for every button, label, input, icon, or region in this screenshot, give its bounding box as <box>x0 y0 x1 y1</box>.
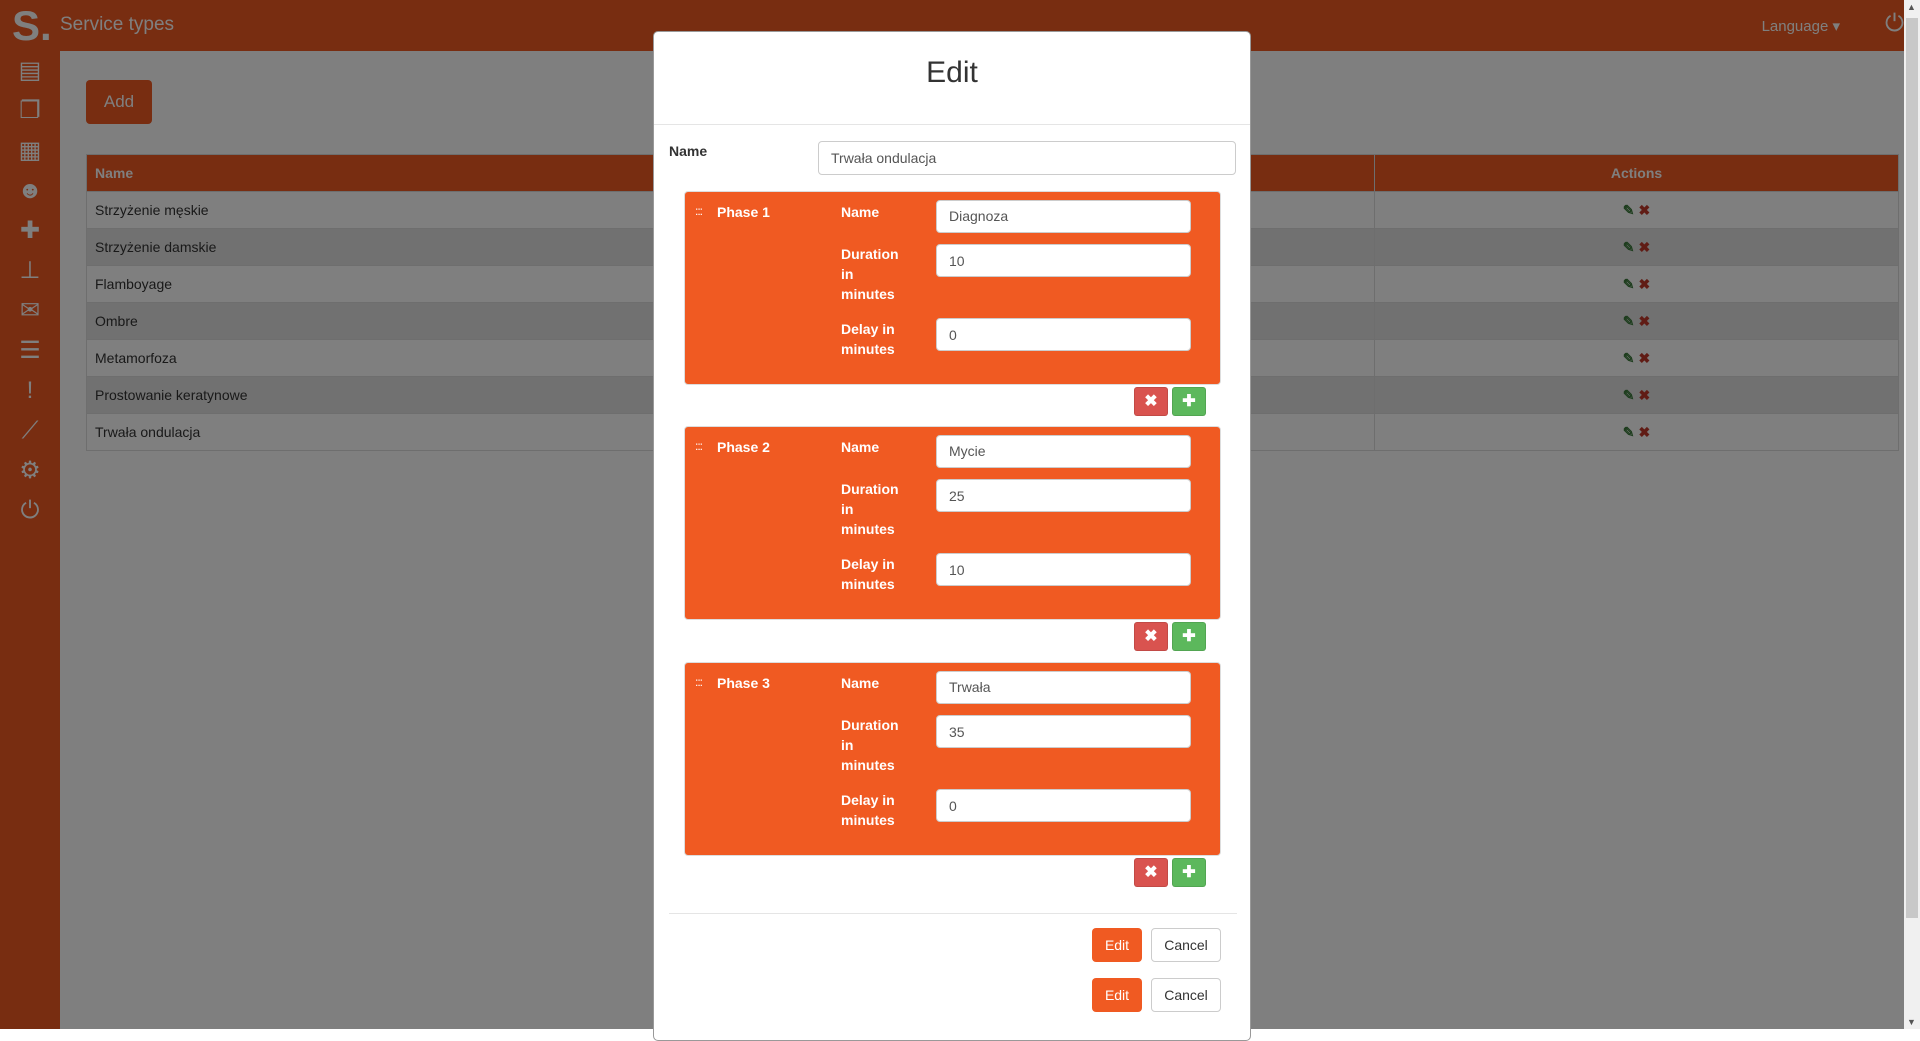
drag-handle-icon[interactable]: ::: <box>695 439 703 453</box>
duration-label: Duration in minutes <box>841 717 899 773</box>
duration-input[interactable] <box>936 244 1191 277</box>
phase-title: Phase 1 <box>717 204 770 220</box>
drag-handle-icon[interactable]: ::: <box>695 675 703 689</box>
duration-label: Duration in minutes <box>841 481 899 537</box>
delay-label: Delay in minutes <box>841 556 895 592</box>
remove-phase-button[interactable]: ✖ <box>1134 387 1168 416</box>
phase-name-input[interactable]: Trwała <box>936 671 1191 704</box>
duration-input[interactable] <box>936 479 1191 512</box>
phase-panel: ::: Phase 1 Name Diagnoza Duration in mi… <box>684 191 1221 385</box>
remove-phase-button[interactable]: ✖ <box>1134 622 1168 651</box>
add-phase-button[interactable]: ✚ <box>1172 622 1206 651</box>
duration-label: Duration in minutes <box>841 246 899 302</box>
edit-submit-button-2[interactable]: Edit <box>1092 978 1142 1012</box>
scrollbar[interactable]: ▲ ▼ <box>1904 0 1920 1029</box>
phase-name-input[interactable]: Diagnoza <box>936 200 1191 233</box>
phase-name-input[interactable]: Mycie <box>936 435 1191 468</box>
add-phase-button[interactable]: ✚ <box>1172 858 1206 887</box>
delay-input[interactable] <box>936 789 1191 822</box>
phase-title: Phase 2 <box>717 439 770 455</box>
drag-handle-icon[interactable]: ::: <box>695 204 703 218</box>
delay-label: Delay in minutes <box>841 321 895 357</box>
delay-label: Delay in minutes <box>841 792 895 828</box>
delay-input[interactable] <box>936 318 1191 351</box>
remove-phase-button[interactable]: ✖ <box>1134 858 1168 887</box>
delay-input[interactable] <box>936 553 1191 586</box>
name-label: Name <box>669 143 708 159</box>
duration-input[interactable] <box>936 715 1191 748</box>
divider <box>669 913 1237 914</box>
edit-modal: Edit Name ::: Phase 1 Name Diagnoza Dura… <box>653 31 1251 1041</box>
add-phase-button[interactable]: ✚ <box>1172 387 1206 416</box>
phase-panel: ::: Phase 3 Name Trwała Duration in minu… <box>684 662 1221 856</box>
phase-title: Phase 3 <box>717 675 770 691</box>
phase-name-label: Name <box>841 204 880 220</box>
edit-submit-button[interactable]: Edit <box>1092 928 1142 962</box>
phase-name-label: Name <box>841 675 880 691</box>
cancel-button[interactable]: Cancel <box>1151 928 1221 962</box>
cancel-button-2[interactable]: Cancel <box>1151 978 1221 1012</box>
phase-name-label: Name <box>841 439 880 455</box>
modal-title: Edit <box>926 56 978 89</box>
service-name-input[interactable] <box>818 141 1236 175</box>
phase-panel: ::: Phase 2 Name Mycie Duration in minut… <box>684 426 1221 620</box>
